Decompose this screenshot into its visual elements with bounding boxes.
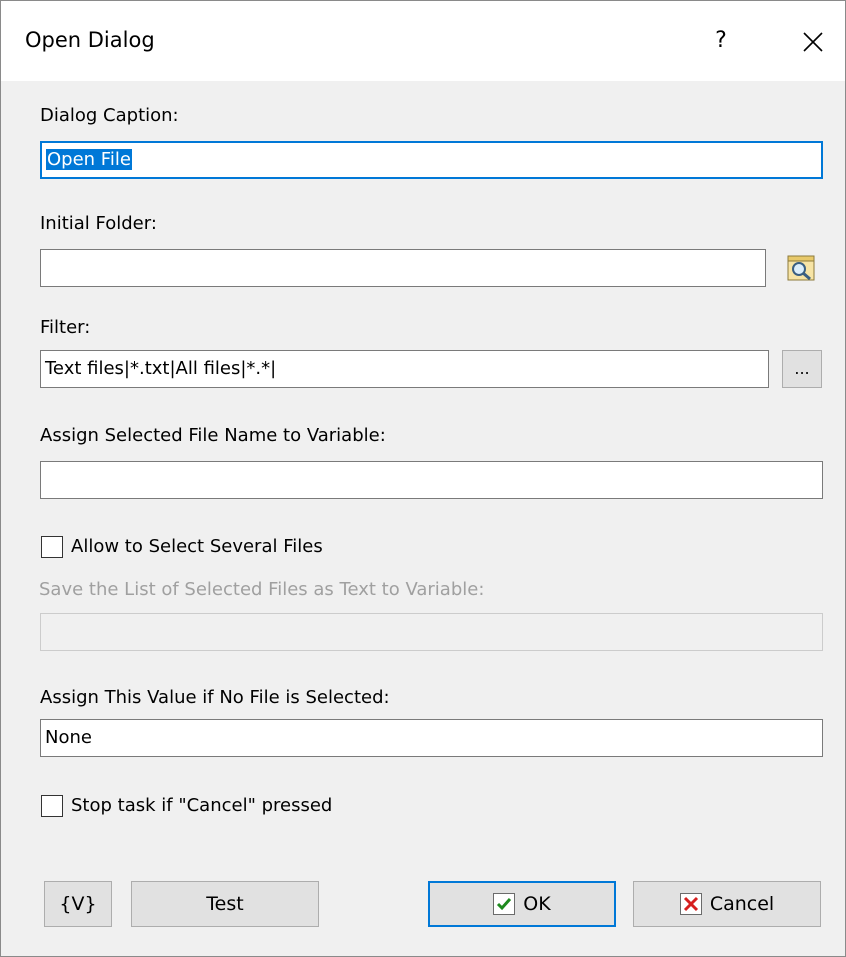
stop-task-checkbox[interactable]: [41, 795, 63, 817]
variables-button-label: {V}: [59, 893, 97, 915]
no-file-value-input[interactable]: None: [40, 719, 823, 757]
filter-input[interactable]: Text files|*.txt|All files|*.*|: [40, 350, 769, 388]
title-bar: Open Dialog ?: [1, 1, 845, 81]
window-title: Open Dialog: [25, 28, 155, 52]
ok-button-label: OK: [523, 893, 551, 915]
cancel-x-icon: [679, 893, 702, 915]
cancel-button[interactable]: Cancel: [633, 881, 821, 927]
ok-button[interactable]: OK: [428, 881, 616, 927]
stop-task-label: Stop task if "Cancel" pressed: [71, 795, 333, 816]
test-button-label: Test: [206, 893, 244, 915]
open-dialog-window: Open Dialog ? Dialog Caption: Open File …: [0, 0, 846, 957]
save-list-input[interactable]: [40, 613, 823, 651]
checkmark-icon: [493, 893, 516, 915]
save-list-label: Save the List of Selected Files as Text …: [39, 579, 485, 600]
filter-label: Filter:: [40, 317, 91, 338]
folder-search-icon: [787, 255, 815, 281]
close-button[interactable]: [791, 19, 835, 63]
browse-folder-button[interactable]: [781, 249, 821, 287]
allow-multiple-label: Allow to Select Several Files: [71, 536, 323, 557]
dialog-caption-label: Dialog Caption:: [40, 105, 179, 126]
allow-multiple-checkbox[interactable]: [41, 536, 63, 558]
filter-edit-button[interactable]: ...: [782, 350, 822, 388]
variables-button[interactable]: {V}: [44, 881, 112, 927]
help-button[interactable]: ?: [701, 19, 741, 63]
initial-folder-input[interactable]: [40, 249, 766, 287]
assign-variable-input[interactable]: [40, 461, 823, 499]
close-icon: [803, 31, 823, 52]
dialog-caption-value: Open File: [46, 149, 132, 170]
test-button[interactable]: Test: [131, 881, 319, 927]
assign-variable-label: Assign Selected File Name to Variable:: [40, 425, 386, 446]
dialog-caption-input[interactable]: Open File: [40, 141, 823, 179]
no-file-value-label: Assign This Value if No File is Selected…: [40, 687, 390, 708]
initial-folder-label: Initial Folder:: [40, 213, 157, 234]
cancel-button-label: Cancel: [709, 893, 775, 915]
